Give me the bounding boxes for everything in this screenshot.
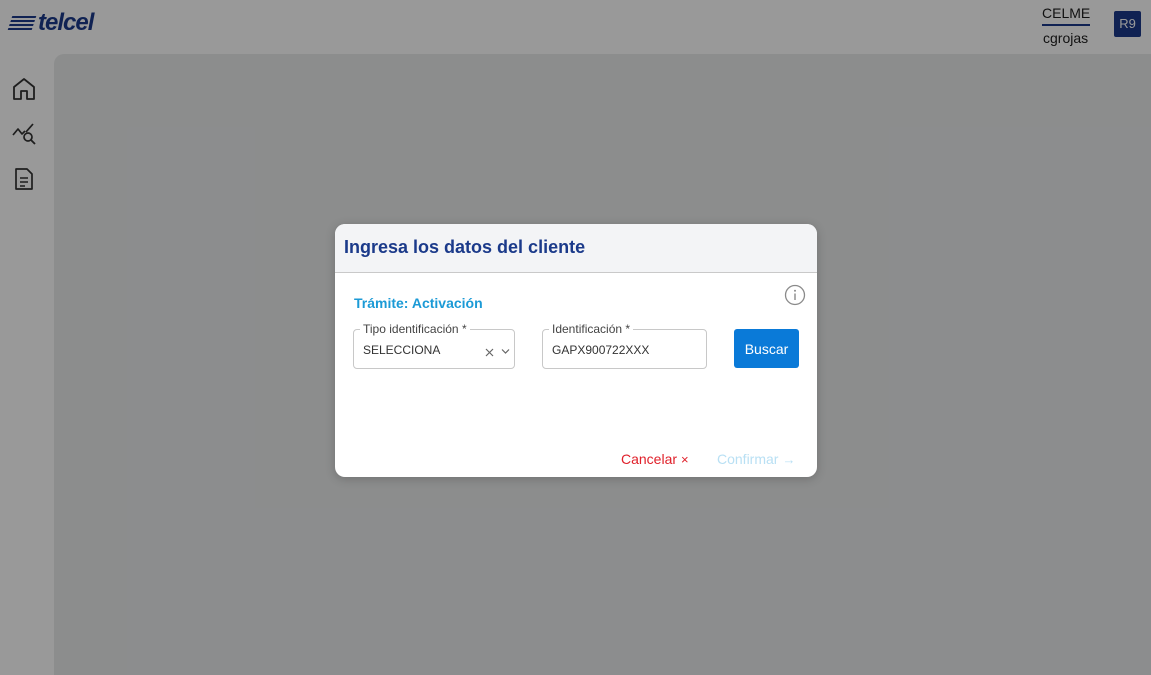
arrow-right-icon: → — [782, 452, 796, 467]
id-type-value: SELECCIONA — [363, 343, 441, 357]
app-window: telcel CELME cgrojas R9 Ingresa los dato… — [0, 0, 1151, 675]
identification-label: Identificación * — [549, 322, 634, 336]
clear-icon[interactable] — [484, 345, 495, 357]
search-button[interactable]: Buscar — [734, 329, 799, 368]
info-icon[interactable] — [784, 284, 806, 306]
confirm-button[interactable]: Confirmar → — [717, 451, 795, 467]
modal-title: Ingresa los datos del cliente — [344, 237, 586, 257]
client-data-modal: Ingresa los datos del cliente Trámite: A… — [335, 224, 817, 477]
id-type-select[interactable]: Tipo identificación * SELECCIONA — [353, 322, 515, 369]
confirm-label: Confirmar — [717, 451, 779, 467]
modal-header: Ingresa los datos del cliente — [335, 224, 817, 273]
tramite-label: Trámite: Activación — [354, 295, 483, 311]
cancel-label: Cancelar — [621, 451, 678, 467]
chevron-down-icon[interactable] — [500, 344, 511, 355]
identification-input[interactable]: Identificación * GAPX900722XXX — [542, 322, 707, 369]
id-type-label: Tipo identificación * — [360, 322, 470, 336]
cancel-button[interactable]: Cancelar × — [621, 451, 689, 467]
close-icon: × — [681, 452, 689, 467]
identification-value: GAPX900722XXX — [552, 343, 650, 357]
